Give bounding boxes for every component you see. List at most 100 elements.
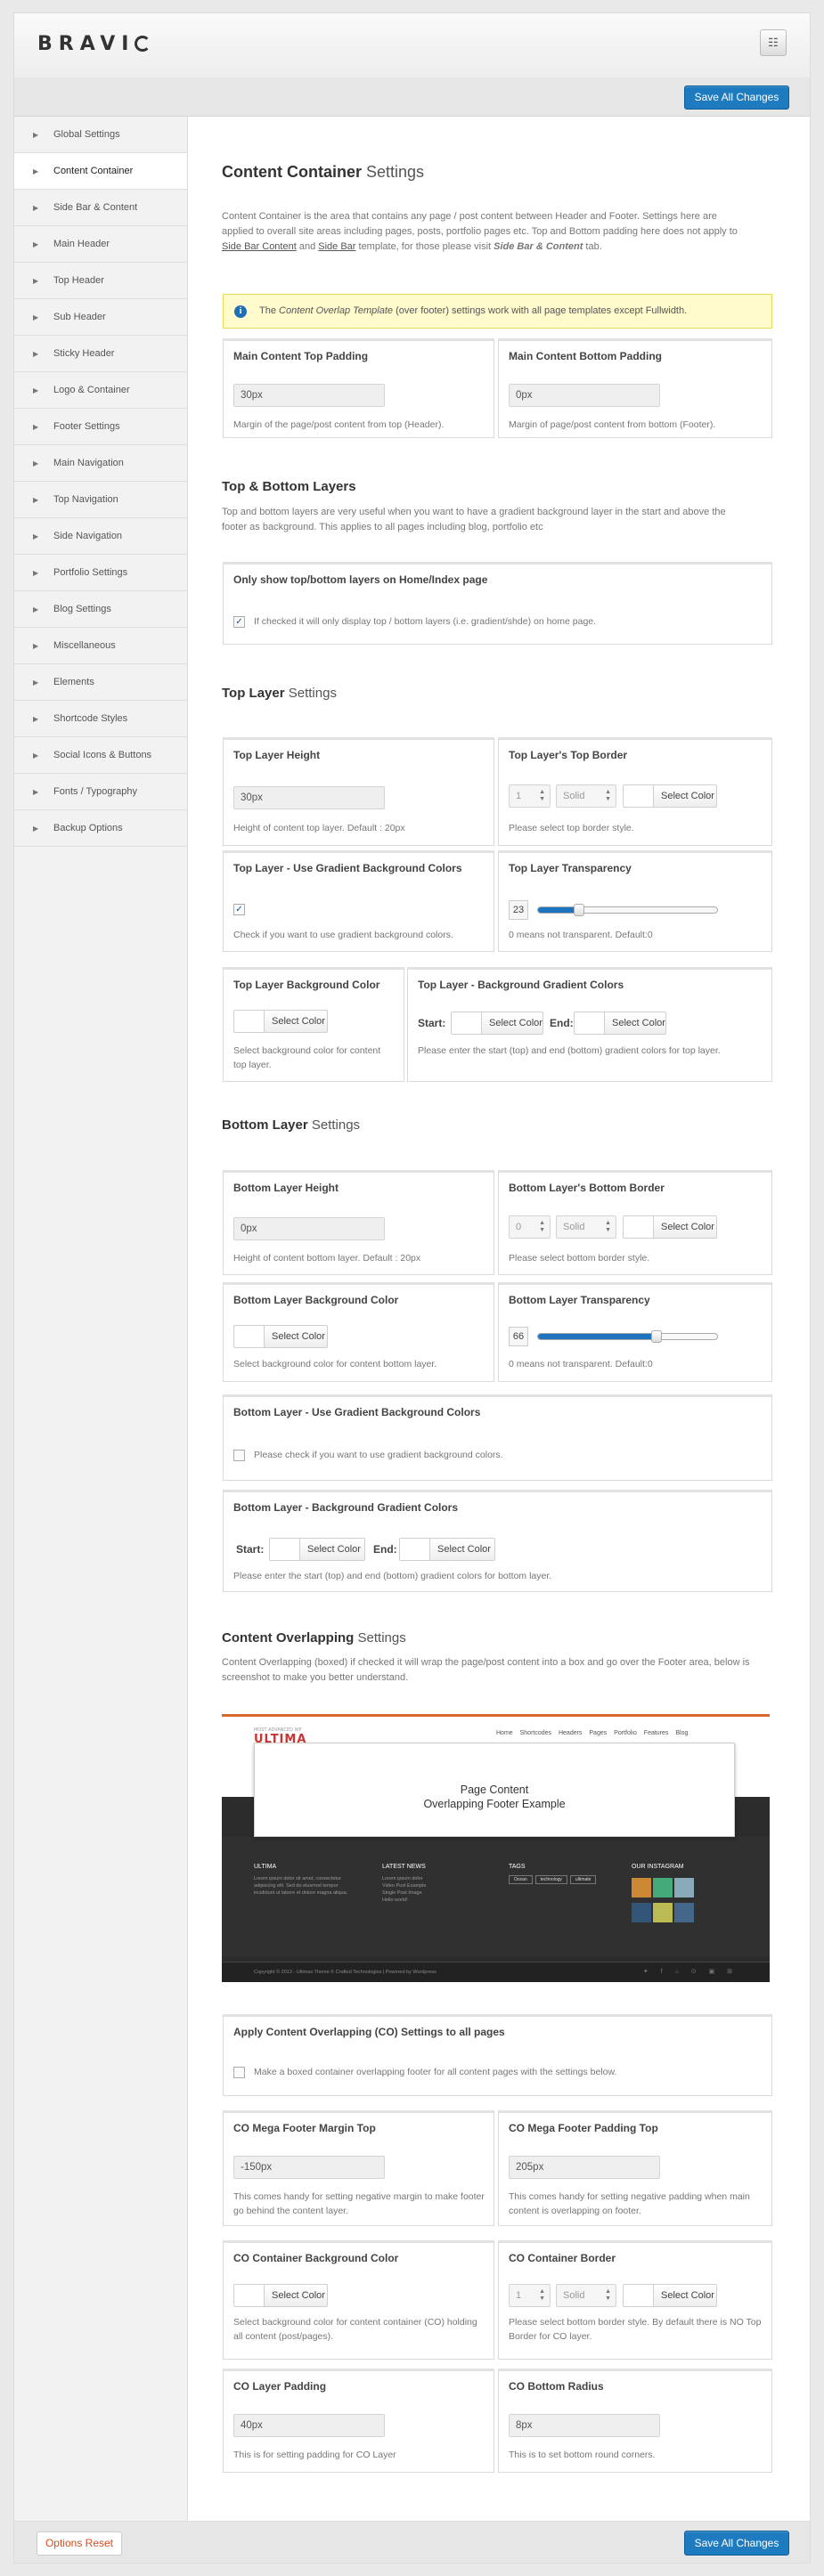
border-color-button[interactable]: Select Color — [623, 784, 717, 808]
preview-footer-col-tags: TAGS Ocean technology ultimate — [509, 1864, 616, 1884]
label: Bottom Layer Background Color — [233, 1294, 399, 1306]
top-layer-height-input[interactable]: 30px — [233, 786, 385, 809]
border-style-select[interactable]: Solid ▲ ▼ — [556, 2284, 616, 2307]
co-bottom-radius-input[interactable]: 8px — [509, 2414, 660, 2437]
link-side-bar-content[interactable]: Side Bar Content — [222, 241, 297, 252]
sidebar-item-label: Social Icons & Buttons — [53, 750, 152, 760]
help-text: Height of content top layer. Default : 2… — [233, 823, 405, 833]
top-gradient-checkbox[interactable]: ✓ — [233, 904, 245, 915]
gradient-end-label: End: — [550, 1017, 574, 1029]
bottom-layer-border-box: Bottom Layer's Bottom Border 0 ▲ ▼ Solid ▲ ▼… — [498, 1170, 772, 1275]
slider-handle[interactable] — [574, 904, 585, 916]
sidebar-item-social-icons-buttons[interactable]: ▶ Social Icons & Buttons — [14, 737, 187, 774]
bottom-gradient-end-button[interactable]: Select Color — [399, 1538, 495, 1561]
bottom-bg-color-button[interactable]: Select Color — [233, 1325, 328, 1348]
border-width-select[interactable]: 1 ▲ ▼ — [509, 784, 551, 808]
bottom-layer-height-input[interactable]: 0px — [233, 1217, 385, 1240]
co-layer-padding-box: CO Layer Padding 40px This is for settin… — [223, 2369, 494, 2473]
preview-tag: ultimate — [569, 1875, 597, 1884]
top-bg-color-button[interactable]: Select Color — [233, 1010, 328, 1033]
sidebar-item-blog-settings[interactable]: ▶ Blog Settings — [14, 591, 187, 628]
sidebar-item-shortcode-styles[interactable]: ▶ Shortcode Styles — [14, 701, 187, 737]
sidebar-item-sticky-header[interactable]: ▶ Sticky Header — [14, 336, 187, 372]
sidebar-item-footer-settings[interactable]: ▶ Footer Settings — [14, 409, 187, 445]
top-transparency-slider[interactable] — [537, 904, 718, 916]
label: CO Mega Footer Padding Top — [509, 2122, 658, 2134]
color-swatch — [624, 2285, 654, 2306]
sidebar-item-main-navigation[interactable]: ▶ Main Navigation — [14, 445, 187, 482]
sidebar-item-top-navigation[interactable]: ▶ Top Navigation — [14, 482, 187, 518]
preview-instagram-grid — [632, 1878, 701, 1928]
border-width-select[interactable]: 1 ▲ ▼ — [509, 2284, 551, 2307]
help-text: This is to set bottom round corners. — [509, 2450, 656, 2460]
sidebar-item-portfolio-settings[interactable]: ▶ Portfolio Settings — [14, 555, 187, 591]
label: Main Content Top Padding — [233, 350, 369, 362]
caret-right-icon: ▶ — [33, 569, 39, 577]
slider-handle[interactable] — [650, 1330, 662, 1343]
header: BRAVI ☷ — [13, 12, 811, 77]
sidebar-item-backup-options[interactable]: ▶ Backup Options — [14, 810, 187, 847]
sidebar-item-global-settings[interactable]: ▶ Global Settings — [14, 117, 187, 153]
co-container-bg-button[interactable]: Select Color — [233, 2284, 328, 2307]
co-margin-top-input[interactable]: -150px — [233, 2156, 385, 2179]
top-padding-input[interactable]: 30px — [233, 384, 385, 407]
sidebar: ▶ Global Settings ▶ Content Container ▶ Side … — [13, 117, 188, 2521]
help-text: Please select top border style. — [509, 823, 634, 833]
top-gradient-use-box: Top Layer - Use Gradient Background Colo… — [223, 850, 494, 952]
label: Only show top/bottom layers on Home/Inde… — [233, 573, 488, 586]
sidebar-item-label: Portfolio Settings — [53, 567, 128, 578]
sidebar-item-main-header[interactable]: ▶ Main Header — [14, 226, 187, 263]
help-text: Please enter the start (top) and end (bo… — [233, 1571, 552, 1581]
sidebar-item-top-header[interactable]: ▶ Top Header — [14, 263, 187, 299]
label: Top Layer - Use Gradient Background Colo… — [233, 862, 462, 874]
label: Top Layer's Top Border — [509, 749, 628, 761]
save-all-button-bottom[interactable]: Save All Changes — [684, 2531, 789, 2556]
sidebar-item-sub-header[interactable]: ▶ Sub Header — [14, 299, 187, 336]
save-all-button-top[interactable]: Save All Changes — [684, 85, 789, 110]
co-layer-padding-input[interactable]: 40px — [233, 2414, 385, 2437]
border-width-select[interactable]: 0 ▲ ▼ — [509, 1215, 551, 1239]
border-color-button[interactable]: Select Color — [623, 2284, 717, 2307]
bottom-padding-input[interactable]: 0px — [509, 384, 660, 407]
apply-all-checkbox[interactable] — [233, 2067, 245, 2078]
gradient-start-label: Start: — [418, 1017, 446, 1029]
sidebar-item-side-navigation[interactable]: ▶ Side Navigation — [14, 518, 187, 555]
overlap-title: Content Overlapping Settings — [222, 1630, 406, 1646]
help-text: Make a boxed container overlapping foote… — [254, 2067, 617, 2077]
page-title: Content Container Settings — [222, 163, 425, 181]
home-only-checkbox[interactable]: ✓ — [233, 616, 245, 628]
bottom-gradient-start-button[interactable]: Select Color — [269, 1538, 365, 1561]
help-text: Margin of the page/post content from top… — [233, 419, 445, 430]
bottom-gradient-checkbox[interactable] — [233, 1450, 245, 1461]
bottom-transparency-slider[interactable] — [537, 1330, 718, 1343]
notice-box: i The Content Overlap Template (over foot… — [223, 294, 772, 329]
label: Top Layer Transparency — [509, 862, 632, 874]
border-style-select[interactable]: Solid ▲ ▼ — [556, 784, 616, 808]
top-layer-title: Top Layer Settings — [222, 686, 337, 701]
options-reset-button[interactable]: Options Reset — [37, 2531, 122, 2556]
home-only-box: Only show top/bottom layers on Home/Inde… — [223, 562, 772, 645]
label: CO Container Background Color — [233, 2252, 399, 2264]
bottom-transparency-value[interactable]: 66 — [509, 1327, 528, 1346]
top-gradient-end-button[interactable]: Select Color — [574, 1012, 666, 1035]
caret-right-icon: ▶ — [33, 788, 39, 796]
co-padding-top-box: CO Mega Footer Padding Top 205px This co… — [498, 2110, 772, 2226]
co-padding-top-input[interactable]: 205px — [509, 2156, 660, 2179]
link-side-bar[interactable]: Side Bar — [318, 241, 355, 252]
help-text: Please select bottom border style. By de… — [509, 2317, 762, 2342]
top-transparency-value[interactable]: 23 — [509, 900, 528, 920]
sidebar-item-side-bar-content[interactable]: ▶ Side Bar & Content — [14, 190, 187, 226]
caret-right-icon: ▶ — [33, 131, 39, 139]
border-style-select[interactable]: Solid ▲ ▼ — [556, 1215, 616, 1239]
caret-right-icon: ▶ — [33, 679, 39, 687]
sidebar-item-content-container[interactable]: ▶ Content Container — [14, 153, 188, 190]
theme-options-icon[interactable]: ☷ — [760, 29, 787, 56]
sidebar-item-miscellaneous[interactable]: ▶ Miscellaneous — [14, 628, 187, 664]
label: CO Layer Padding — [233, 2380, 327, 2393]
sidebar-item-logo-container[interactable]: ▶ Logo & Container — [14, 372, 187, 409]
sidebar-item-elements[interactable]: ▶ Elements — [14, 664, 187, 701]
border-color-button[interactable]: Select Color — [623, 1215, 717, 1239]
top-gradient-start-button[interactable]: Select Color — [451, 1012, 543, 1035]
help-text: Height of content bottom layer. Default … — [233, 1253, 421, 1264]
sidebar-item-fonts-typography[interactable]: ▶ Fonts / Typography — [14, 774, 187, 810]
